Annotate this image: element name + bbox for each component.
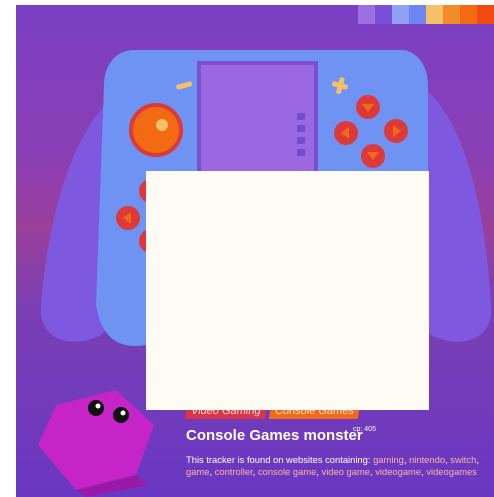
keyword-link[interactable]: nintendo (409, 454, 445, 465)
monster-eye (88, 400, 104, 416)
overlay-panel (146, 171, 429, 410)
keyword-link[interactable]: console game (258, 466, 316, 477)
keyword-link[interactable]: switch (450, 454, 476, 465)
joystick-highlight (156, 119, 168, 131)
screen-dot (297, 137, 305, 144)
monster-avatar (38, 390, 154, 497)
tracker-description: This tracker is found on websites contai… (186, 454, 486, 478)
keyword-link[interactable]: videogames (426, 466, 477, 477)
keyword-link[interactable]: controller (215, 466, 253, 477)
monster-cp: cp: 405 (353, 426, 376, 433)
screen-dot (297, 149, 305, 156)
keyword-link[interactable]: game (186, 466, 209, 477)
found-text: This tracker is found on websites contai… (186, 454, 371, 465)
screen-dot (297, 125, 305, 132)
monster-eye (113, 407, 129, 423)
keyword-link[interactable]: gaming (373, 454, 404, 465)
keyword-link[interactable]: video game (322, 466, 370, 477)
joystick (129, 103, 183, 157)
keyword-link[interactable]: videogame (375, 466, 421, 477)
monster-name: Console Games monster (186, 427, 363, 444)
screen-dot (297, 113, 305, 120)
